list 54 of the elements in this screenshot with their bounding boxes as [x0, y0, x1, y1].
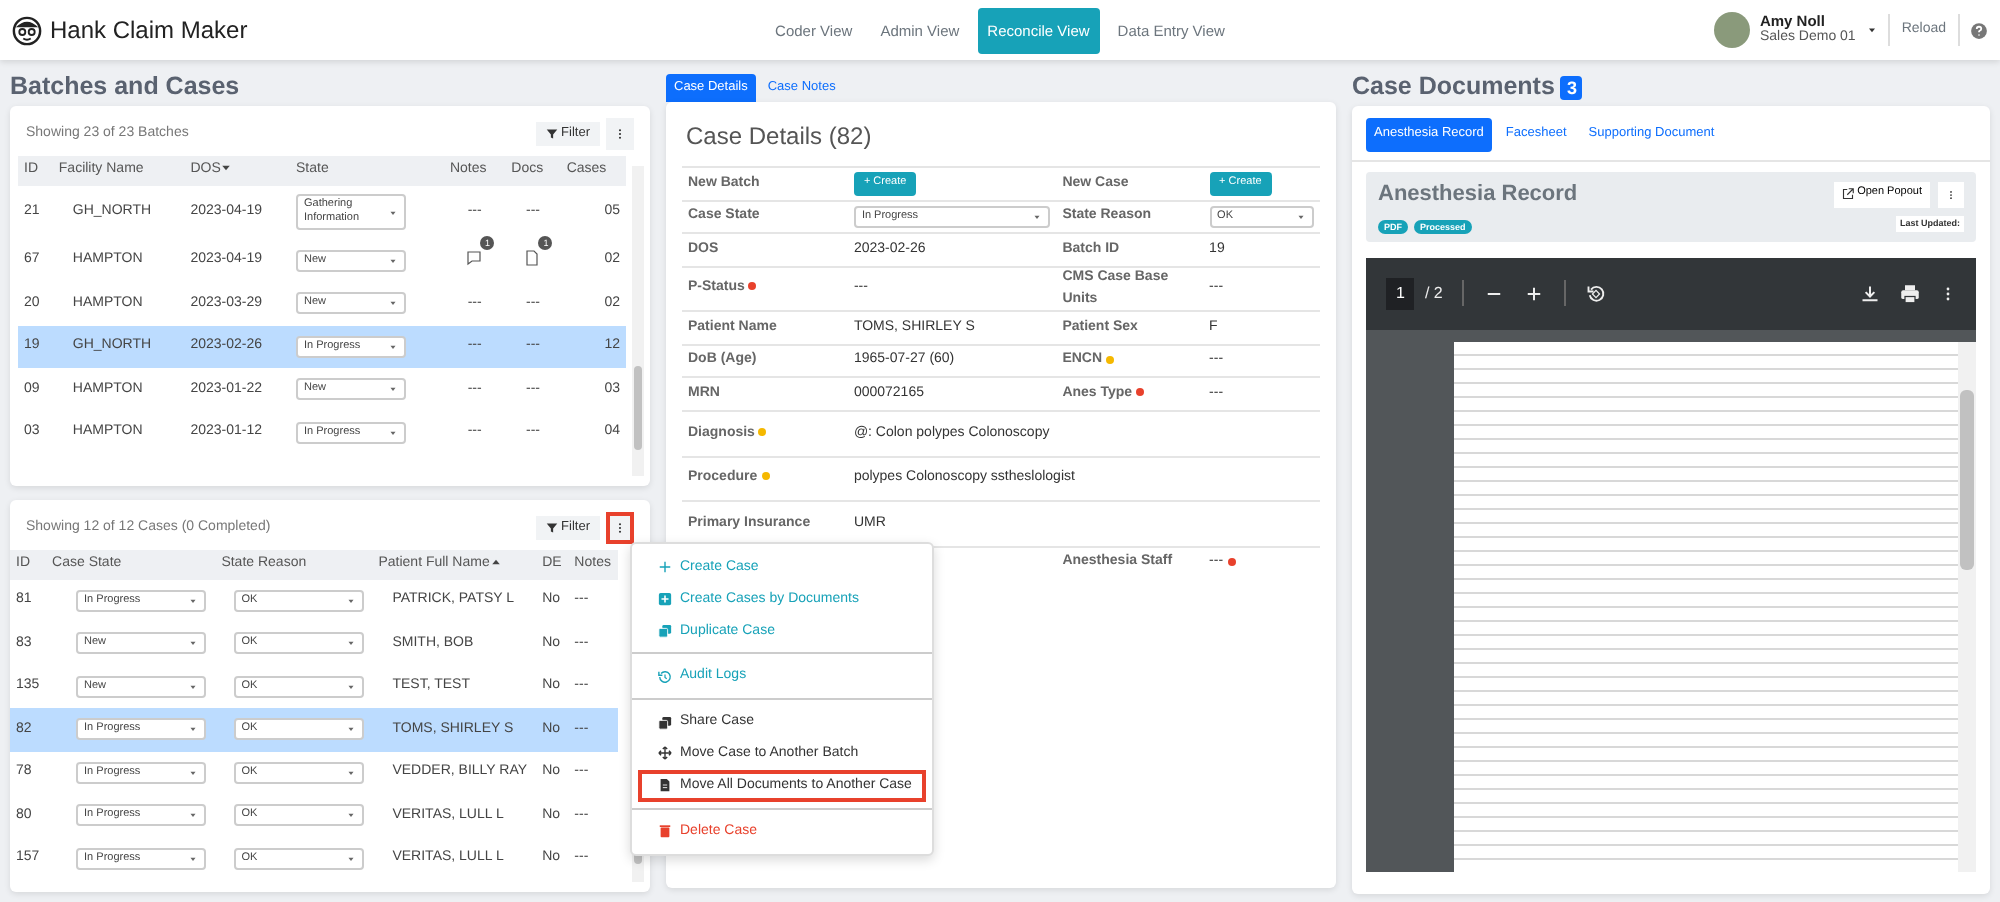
caret-icon [188, 638, 199, 649]
section-title: Batches and Cases [10, 70, 242, 104]
caret-icon [188, 853, 199, 864]
help-icon[interactable] [1970, 21, 1988, 39]
caret-icon [1296, 212, 1306, 223]
caret-icon [388, 427, 398, 438]
caret-icon [388, 341, 398, 352]
plus-square-icon [658, 592, 672, 607]
caret-icon[interactable] [1865, 24, 1878, 36]
external-link-icon [1841, 188, 1854, 200]
logo-icon [12, 15, 42, 45]
caret-icon [388, 384, 398, 395]
download-icon[interactable] [1860, 283, 1880, 303]
app-title: Hank Claim Maker [50, 14, 248, 48]
caret-icon [188, 724, 199, 735]
filter-icon [545, 128, 558, 140]
document-icon[interactable] [524, 250, 541, 267]
history-icon [658, 669, 672, 684]
copy-icon [658, 715, 672, 730]
filter-icon [545, 522, 558, 534]
zoom-in-icon[interactable] [1524, 283, 1545, 303]
caret-icon [345, 724, 356, 735]
caret-icon [188, 595, 199, 606]
comment-icon[interactable] [466, 250, 483, 267]
caret-icon [345, 853, 356, 864]
plus-icon [658, 560, 672, 575]
caret-icon [345, 681, 356, 692]
page-number-field[interactable]: 1 [1386, 277, 1415, 309]
caret-icon [388, 255, 398, 266]
print-icon[interactable] [1900, 283, 1920, 303]
document-title: Anesthesia Record [1378, 181, 1578, 206]
caret-icon [388, 298, 398, 309]
file-icon [658, 778, 672, 793]
caret-icon [388, 207, 398, 217]
more-button[interactable] [606, 512, 634, 544]
section-title: Case Documents [1352, 70, 1555, 104]
caret-icon [345, 767, 356, 778]
caret-icon [188, 681, 199, 692]
caret-icon [188, 767, 199, 778]
count-badge: 3 [1560, 75, 1583, 99]
caret-icon [345, 810, 356, 821]
scrollbar[interactable] [1958, 341, 1976, 871]
caret-icon [188, 810, 199, 821]
page-total: / 2 [1424, 281, 1443, 305]
panel-title: Case Details (82) [686, 120, 874, 154]
copy-icon [658, 623, 672, 638]
avatar[interactable] [1713, 12, 1750, 48]
caret-icon [1032, 212, 1043, 223]
caret-icon [345, 638, 356, 649]
scrollbar[interactable] [632, 166, 644, 476]
trash-icon [658, 823, 672, 838]
caret-icon [345, 595, 356, 606]
rotate-icon[interactable] [1586, 283, 1607, 303]
move-arrows-icon [658, 746, 672, 761]
